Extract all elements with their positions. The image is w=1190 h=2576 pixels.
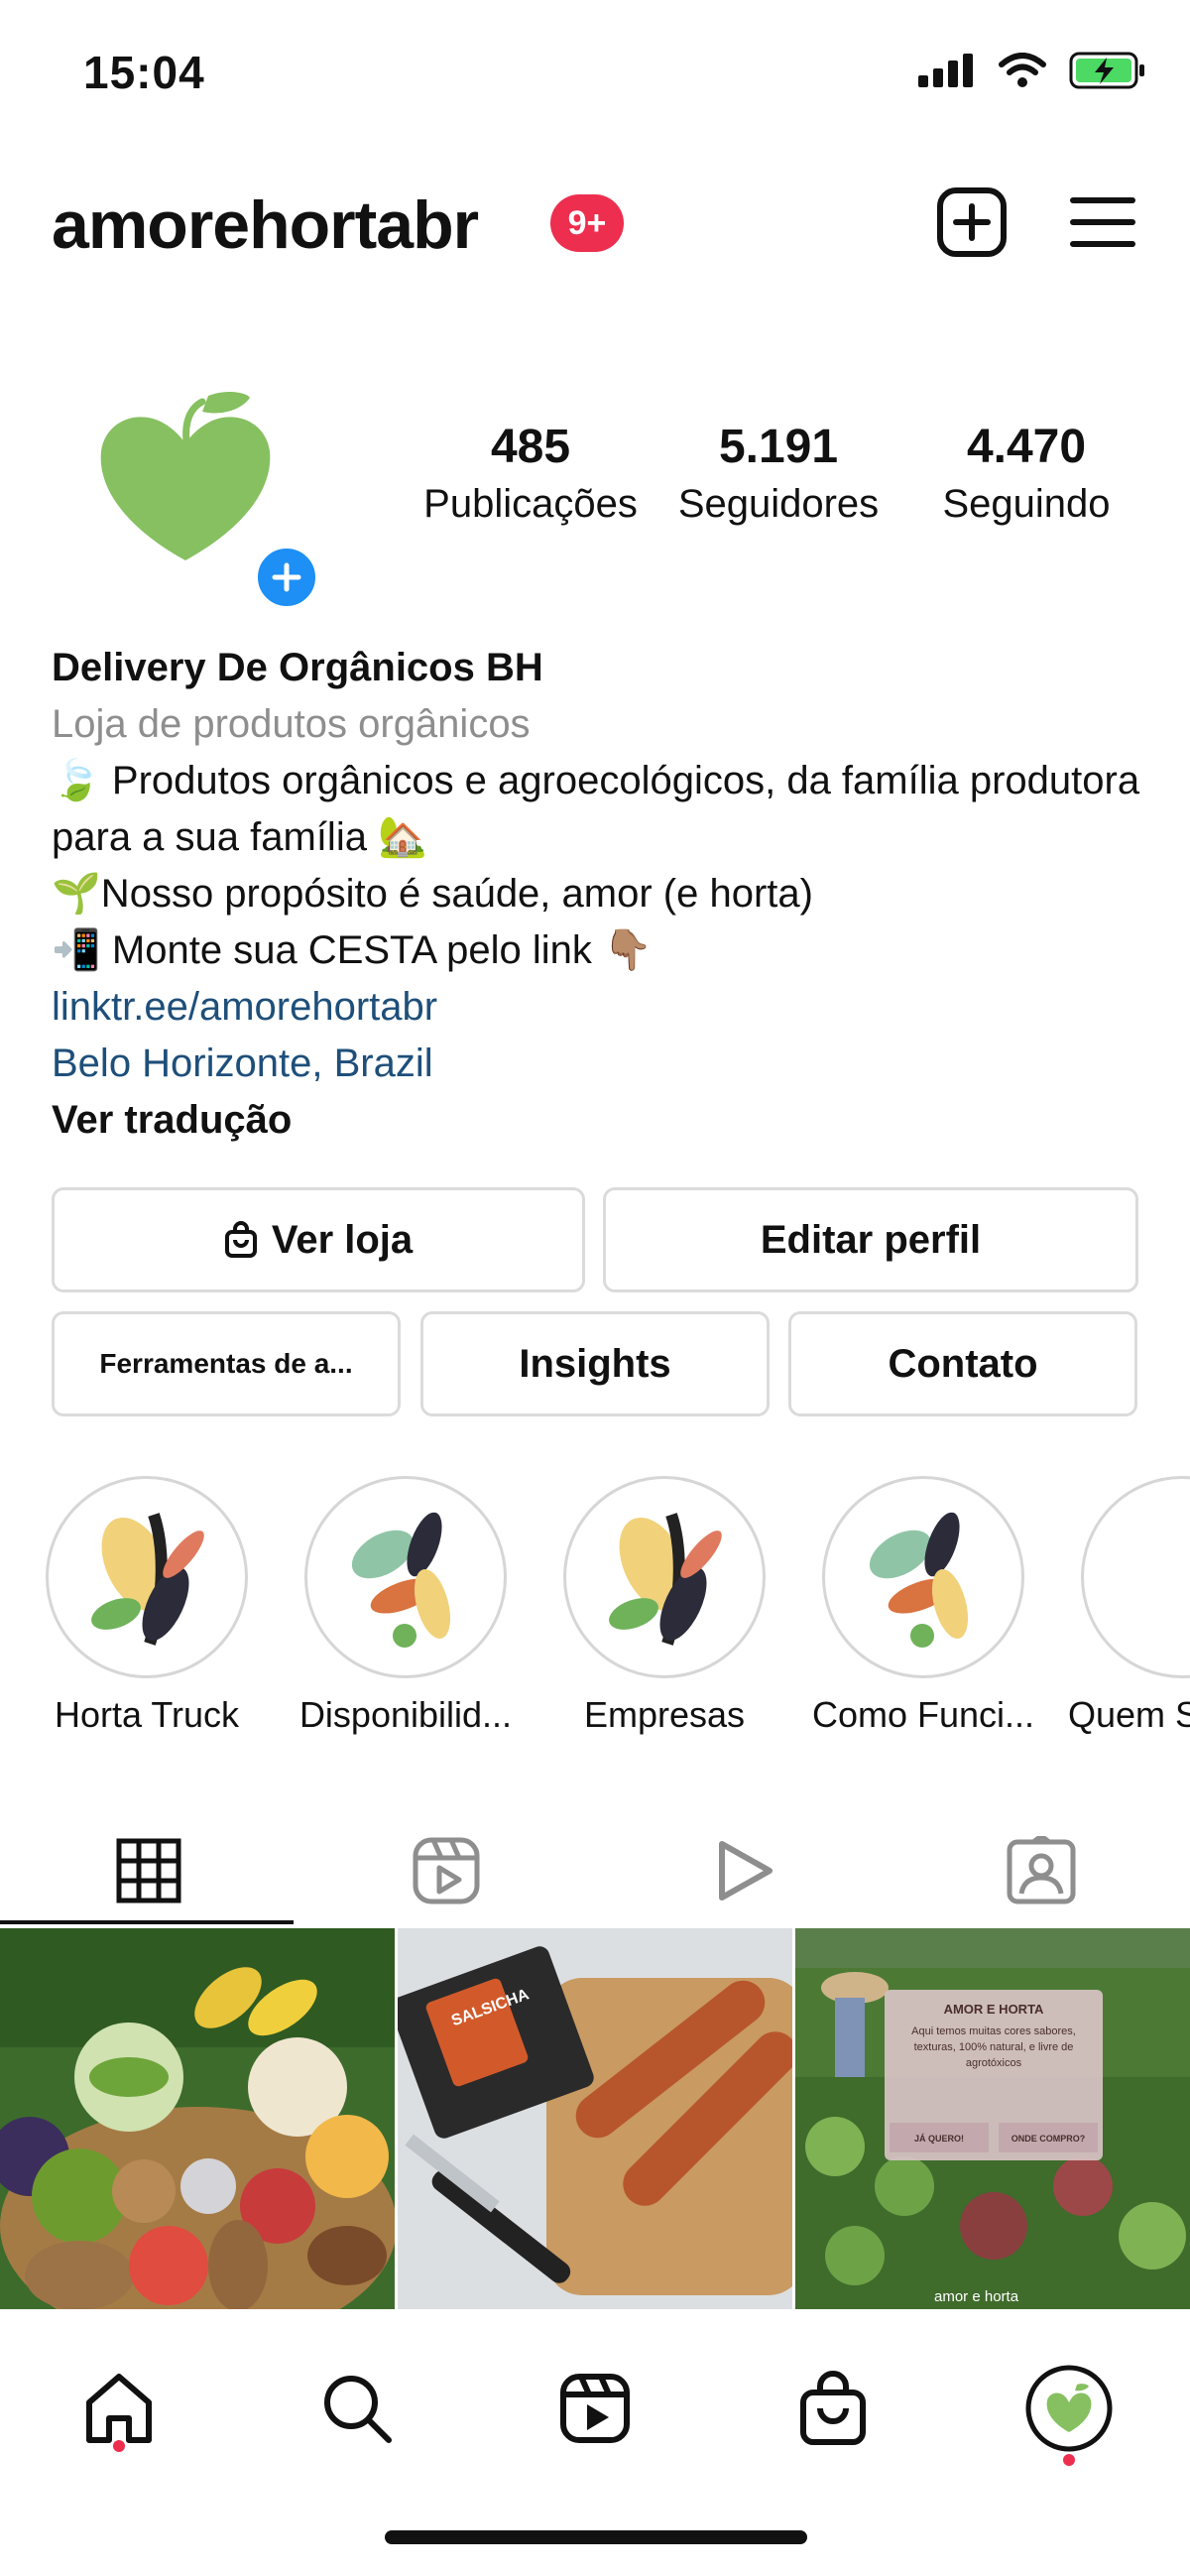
stat-value: 485 [490,421,571,473]
profile-tabs [0,1813,1190,1932]
stat-followers[interactable]: 5.191 Seguidores [654,420,902,527]
tab-posts-grid[interactable] [0,1813,298,1928]
notifications-badge[interactable]: 9+ [550,194,624,252]
status-time: 15:04 [83,47,205,98]
profile-avatar[interactable] [91,382,280,570]
grid-icon [116,1838,181,1903]
home-notification-dot [113,2440,125,2452]
highlight-label: Quem S [1068,1694,1190,1735]
wifi-icon [999,53,1046,87]
home-indicator [385,2530,807,2544]
bio-line: 🍃 Produtos orgânicos e agroecológicos, d… [52,759,1140,859]
brand-watermark: amor e horta [934,2288,1019,2305]
stat-following[interactable]: 4.470 Seguindo [902,420,1150,527]
leaves-illustration [91,1513,204,1646]
header-actions [934,184,1140,260]
highlight-label: Disponibilid... [298,1694,513,1735]
tab-videos[interactable] [595,1813,892,1928]
tools-button[interactable]: Ferramentas de a... [52,1311,401,1416]
profile-notification-dot [1063,2454,1075,2466]
status-icons [918,52,1146,89]
bio-line: 🌱Nosso propósito é saúde, amor (e horta) [52,872,813,916]
create-post-button[interactable] [934,184,1010,260]
nav-shop[interactable] [774,2349,892,2468]
hamburger-menu-icon [1070,197,1135,247]
bio-line: 📲 Monte sua CESTA pelo link 👇🏽 [52,928,653,972]
bio-location[interactable]: Belo Horizonte, Brazil [52,1036,1152,1092]
highlight-item[interactable]: Horta Truck [33,1476,261,1736]
card-button-label: ONDE COMPRO? [1012,2134,1086,2144]
post-thumbnail[interactable] [0,1928,395,2309]
highlight-label: Horta Truck [54,1694,240,1735]
highlight-cover [46,1476,248,1678]
username[interactable]: amorehortabr [52,186,479,264]
menu-button[interactable] [1065,184,1140,260]
stat-label: Seguindo [942,482,1111,526]
stat-value: 5.191 [718,421,839,473]
shopping-bag-icon [224,1221,257,1258]
nav-reels[interactable] [536,2349,654,2468]
nav-profile[interactable] [1010,2349,1129,2468]
post-thumbnail[interactable]: AMOR E HORTA Aqui temos muitas cores sab… [795,1928,1190,2309]
green-heart-logo [100,392,271,560]
tagged-icon [1007,1836,1076,1904]
stat-label: Seguidores [677,482,880,526]
tab-reels[interactable] [298,1813,595,1928]
highlight-item[interactable]: Empresas [550,1476,778,1736]
leaves-illustration [351,1512,451,1648]
farm-field-photo: AMOR E HORTA Aqui temos muitas cores sab… [795,1928,1190,2309]
add-story-button[interactable] [252,543,321,612]
profile-header: amorehortabr 9+ [0,179,1190,268]
stat-label: Publicações [423,482,638,526]
insights-button[interactable]: Insights [420,1311,770,1416]
bio-link[interactable]: linktr.ee/amorehortabr [52,979,1152,1036]
home-icon [86,2374,152,2443]
view-shop-label: Ver loja [271,1217,414,1262]
card-text: Aqui temos muitas cores sabores, textura… [911,2025,1076,2069]
highlight-item[interactable]: Quem S [1068,1476,1190,1736]
stat-posts[interactable]: 485 Publicações [407,420,654,527]
contact-button[interactable]: Contato [788,1311,1137,1416]
highlight-label: Como Funci... [811,1694,1035,1735]
highlight-cover [1081,1476,1190,1678]
edit-profile-button[interactable]: Editar perfil [603,1187,1138,1292]
highlight-item[interactable]: Disponibilid... [292,1476,520,1736]
reels-icon [560,2374,630,2443]
sausage-photo: SALSICHA [398,1928,792,2309]
reels-icon [413,1837,480,1904]
plus-icon [272,562,301,592]
post-thumbnail[interactable]: SALSICHA [398,1928,792,2309]
signal-icon [918,54,973,87]
view-shop-button[interactable]: Ver loja [52,1187,585,1292]
leaves-illustration [869,1512,969,1648]
highlight-label: Empresas [583,1694,746,1735]
highlight-cover [822,1476,1024,1678]
card-title: AMOR E HORTA [944,2002,1044,2017]
highlight-item[interactable]: Como Funci... [809,1476,1037,1736]
display-name: Delivery De Orgânicos BH [52,646,543,689]
highlight-cover [304,1476,507,1678]
profile-bio: Delivery De Orgânicos BH Loja de produto… [52,640,1152,1149]
business-category: Loja de produtos orgânicos [52,702,531,746]
active-tab-indicator [0,1920,294,1924]
tab-tagged[interactable] [892,1813,1190,1928]
search-icon [324,2376,392,2443]
profile-stats: 485 Publicações 5.191 Seguidores 4.470 S… [407,420,1160,527]
stat-value: 4.470 [966,421,1087,473]
shop-icon [800,2371,866,2445]
battery-charging-icon [1069,52,1144,89]
plus-square-icon [937,187,1007,257]
play-icon [719,1841,773,1901]
nav-search[interactable] [298,2349,416,2468]
profile-avatar [1025,2365,1113,2452]
fruit-basket-photo [0,1928,395,2309]
posts-grid: SALSICHA AMOR E HORTA Aqui temos muitas … [0,1928,1190,2309]
see-translation-link[interactable]: Ver tradução [52,1092,1152,1149]
status-bar: 15:04 [0,0,1190,149]
leaves-illustration [609,1513,722,1646]
story-highlights: Horta Truck Disponibilid... Empresas Com… [0,1476,1190,1744]
card-button-label: JÁ QUERO! [914,2134,964,2144]
highlight-cover [563,1476,766,1678]
